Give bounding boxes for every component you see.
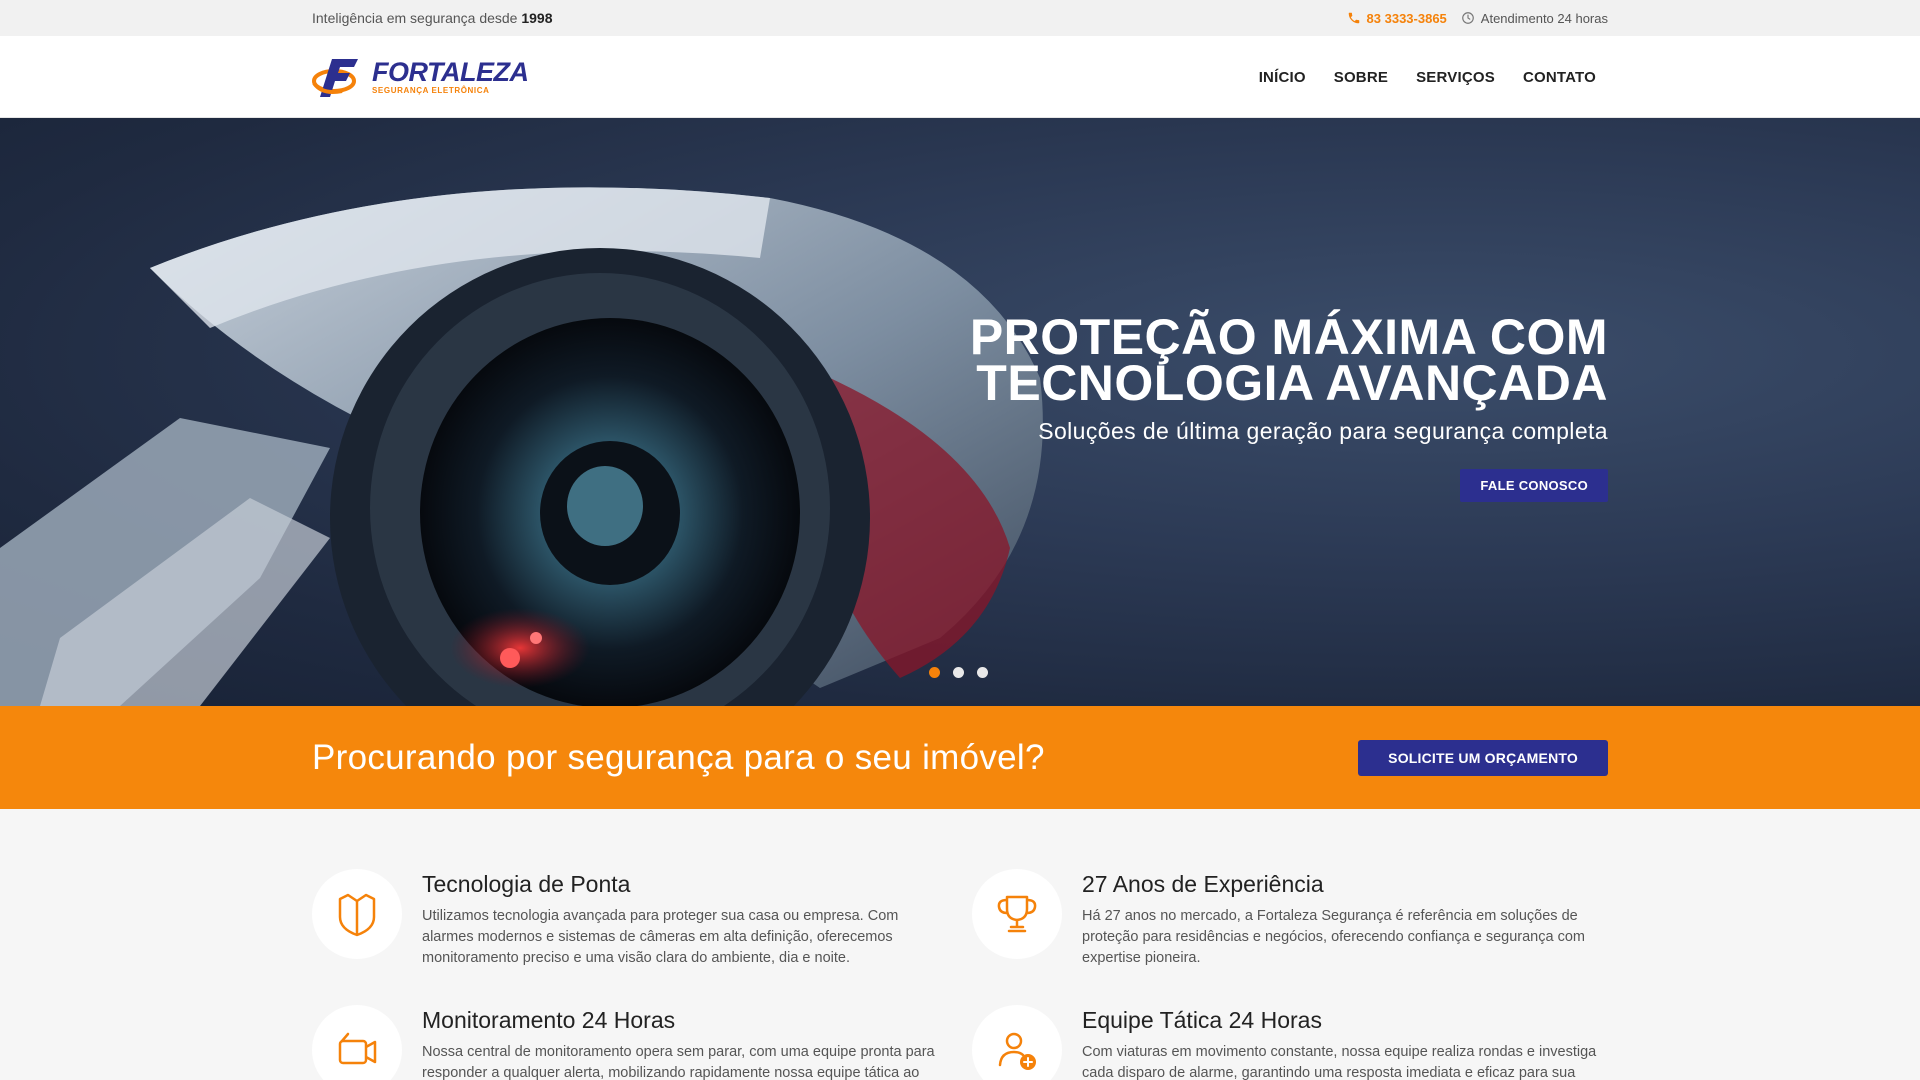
hours-info: Atendimento 24 horas: [1461, 11, 1608, 26]
fale-conosco-button[interactable]: FALE CONOSCO: [1460, 469, 1608, 502]
nav-item-servicos[interactable]: SERVIÇOS: [1416, 69, 1495, 86]
features-section: Tecnologia de Ponta Utilizamos tecnologi…: [0, 809, 1920, 1080]
phone-icon: [1348, 12, 1359, 24]
feature-description: Com viaturas em movimento constante, nos…: [1082, 1044, 1597, 1080]
hero-title-line-1: PROTEÇÃO MÁXIMA COM: [969, 309, 1608, 365]
feature-title: Tecnologia de Ponta: [422, 871, 631, 897]
slider-dot-1[interactable]: [929, 667, 940, 678]
phone-link[interactable]: 83 3333-3865: [1347, 11, 1447, 26]
shield-icon: [338, 893, 376, 937]
nav-item-contato[interactable]: CONTATO: [1523, 69, 1596, 86]
feature-title: Equipe Tática 24 Horas: [1082, 1007, 1322, 1033]
slider-dot-3[interactable]: [977, 667, 988, 678]
user-add-icon: [998, 1032, 1036, 1070]
main-header: FORTALEZA SEGURANÇA ELETRÔNICA INÍCIO SO…: [0, 36, 1920, 118]
request-quote-button[interactable]: SOLICITE UM ORÇAMENTO: [1358, 739, 1608, 776]
trophy-icon: [997, 895, 1037, 933]
tagline-year: 1998: [521, 10, 553, 26]
feature-item: Tecnologia de Ponta Utilizamos tecnologi…: [312, 869, 952, 969]
cta-text: Procurando por segurança para o seu imóv…: [312, 737, 1045, 777]
slider-dot-2[interactable]: [953, 667, 964, 678]
logo-mark-icon: [312, 59, 358, 97]
phone-number: 83 3333-3865: [1366, 10, 1447, 26]
nav-item-sobre[interactable]: SOBRE: [1334, 69, 1388, 86]
tagline: Inteligência em segurança desde 1998: [312, 10, 553, 26]
tagline-text: Inteligência em segurança desde: [312, 10, 518, 26]
feature-title: 27 Anos de Experiência: [1082, 871, 1324, 897]
hero-title: PROTEÇÃO MÁXIMA COM TECNOLOGIA AVANÇADA: [908, 309, 1608, 411]
nav-item-inicio[interactable]: INÍCIO: [1259, 69, 1306, 86]
slider-dots: [929, 667, 988, 678]
main-nav: INÍCIO SOBRE SERVIÇOS CONTATO: [1259, 69, 1596, 86]
logo[interactable]: FORTALEZA SEGURANÇA ELETRÔNICA: [312, 55, 529, 99]
feature-item: Equipe Tática 24 Horas Com viaturas em m…: [972, 1005, 1612, 1080]
feature-item: Monitoramento 24 Horas Nossa central de …: [312, 1005, 952, 1080]
feature-item: 27 Anos de Experiência Há 27 anos no mer…: [972, 869, 1612, 969]
logo-name: FORTALEZA: [372, 57, 529, 87]
feature-description: Nossa central de monitoramento opera sem…: [422, 1044, 935, 1080]
hero-title-line-2: TECNOLOGIA AVANÇADA: [976, 355, 1608, 411]
hero-subtitle: Soluções de última geração para seguranç…: [1038, 418, 1608, 444]
feature-title: Monitoramento 24 Horas: [422, 1007, 676, 1033]
quote-cta-band: Procurando por segurança para o seu imóv…: [0, 706, 1920, 809]
hero-slider: PROTEÇÃO MÁXIMA COM TECNOLOGIA AVANÇADA …: [0, 118, 1920, 706]
top-bar: Inteligência em segurança desde 1998 83 …: [0, 0, 1920, 36]
hours-text: Atendimento 24 horas: [1480, 10, 1608, 26]
logo-subtitle: SEGURANÇA ELETRÔNICA: [372, 86, 490, 95]
hero-content: PROTEÇÃO MÁXIMA COM TECNOLOGIA AVANÇADA …: [908, 309, 1608, 502]
feature-description: Há 27 anos no mercado, a Fortaleza Segur…: [1082, 908, 1585, 966]
video-camera-icon: [338, 1032, 377, 1065]
feature-description: Utilizamos tecnologia avançada para prot…: [422, 908, 899, 966]
clock-icon: [1461, 12, 1474, 24]
